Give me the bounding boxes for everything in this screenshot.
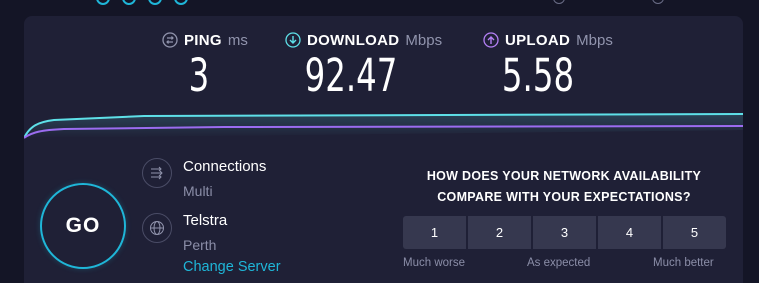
rating-button-4[interactable]: 4 — [598, 216, 661, 249]
server-location: Perth — [183, 237, 217, 253]
top-nav-strip — [0, 0, 759, 16]
speedtest-panel: PING ms 3 DOWNLOAD Mbps 92.47 UPLOAD Mbp… — [24, 16, 743, 283]
nav-circle-icon[interactable] — [148, 0, 162, 5]
speed-graph — [24, 113, 743, 139]
connections-title: Connections — [183, 158, 267, 175]
upload-label: UPLOAD — [505, 31, 571, 49]
rating-button-1[interactable]: 1 — [403, 216, 466, 249]
connections-icon — [142, 158, 172, 188]
survey-question-line1: HOW DOES YOUR NETWORK AVAILABILITY — [426, 169, 702, 183]
download-value: 92.47 — [304, 49, 398, 102]
survey-question: HOW DOES YOUR NETWORK AVAILABILITY COMPA… — [404, 166, 724, 208]
rating-button-2[interactable]: 2 — [468, 216, 531, 249]
survey-question-line2: COMPARE WITH YOUR EXPECTATIONS? — [437, 190, 691, 204]
scale-label-mid: As expected — [527, 257, 591, 269]
go-button[interactable]: GO — [40, 183, 126, 269]
rating-button-5[interactable]: 5 — [663, 216, 726, 249]
ping-value: 3 — [188, 49, 210, 102]
rating-button-3[interactable]: 3 — [533, 216, 596, 249]
connections-mode[interactable]: Multi — [183, 183, 213, 199]
upload-metric: UPLOAD Mbps 5.58 — [483, 30, 613, 102]
upload-arrow-icon — [483, 32, 499, 48]
globe-icon — [142, 213, 172, 243]
scale-label-low: Much worse — [403, 257, 465, 269]
nav-circle-icon[interactable] — [122, 0, 136, 5]
rating-scale: 1 2 3 4 5 — [403, 216, 726, 249]
scale-label-high: Much better — [653, 257, 714, 269]
ping-icon — [162, 32, 178, 48]
download-unit: Mbps — [405, 31, 443, 49]
upload-unit: Mbps — [576, 31, 613, 49]
settings-icon[interactable] — [652, 0, 664, 4]
ping-unit: ms — [227, 31, 248, 49]
ping-label: PING — [184, 31, 222, 49]
change-server-link[interactable]: Change Server — [183, 259, 281, 275]
nav-circle-icon[interactable] — [174, 0, 188, 5]
results-icon[interactable] — [553, 0, 565, 4]
nav-circle-icon[interactable] — [96, 0, 110, 5]
download-arrow-icon — [285, 32, 301, 48]
download-metric: DOWNLOAD Mbps 92.47 — [285, 30, 443, 102]
server-provider: Telstra — [183, 212, 228, 229]
ping-metric: PING ms 3 — [162, 30, 248, 102]
upload-value: 5.58 — [501, 49, 575, 102]
download-label: DOWNLOAD — [307, 31, 400, 49]
